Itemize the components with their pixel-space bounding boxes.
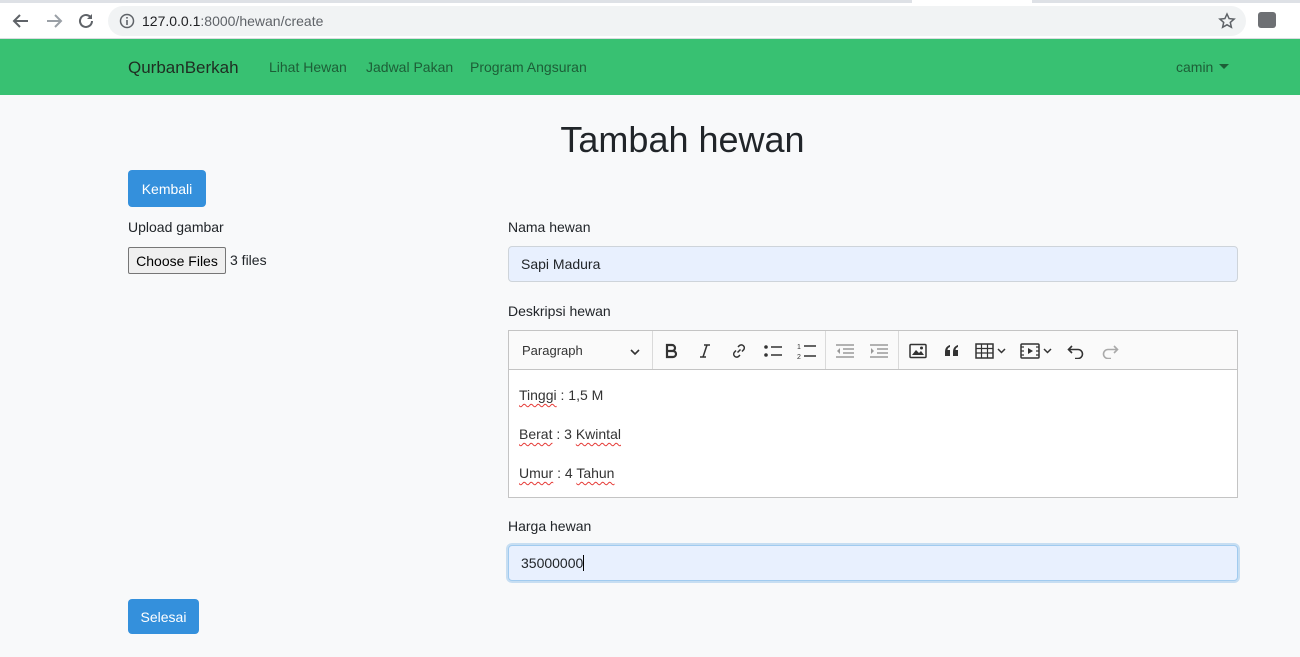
svg-text:2: 2 [797,354,801,360]
bold-icon[interactable] [660,340,682,362]
toolbar-separator [898,331,899,369]
blockquote-icon[interactable] [941,340,963,362]
navbar: QurbanBerkah Lihat Hewan Jadwal Pakan Pr… [0,39,1300,95]
link-icon[interactable] [728,340,750,362]
name-label: Nama hewan [508,219,591,235]
active-tab[interactable] [912,0,1032,3]
image-icon[interactable] [907,340,929,362]
address-bar[interactable]: 127.0.0.1:8000/hewan/create [108,6,1246,36]
upload-label: Upload gambar [128,219,224,235]
file-status: 3 files [230,252,267,268]
site-info-icon[interactable] [119,13,135,34]
name-input[interactable]: Sapi Madura [508,246,1238,282]
extension-icon[interactable] [1258,12,1276,28]
price-input-value: 35000000 [521,555,584,571]
tab-strip [0,0,1300,3]
url-text: 127.0.0.1:8000/hewan/create [142,13,324,29]
outdent-icon[interactable] [834,340,856,362]
page-title: Tambah hewan [560,119,805,160]
choose-files-button[interactable]: Choose Files [128,247,226,274]
media-icon[interactable] [1020,340,1054,362]
caret-down-icon [1219,64,1230,69]
nav-link-program-angsuran[interactable]: Program Angsuran [470,59,587,75]
description-label: Deskripsi hewan [508,303,611,319]
back-icon[interactable] [10,10,32,32]
svg-text:1: 1 [797,344,801,351]
user-dropdown[interactable]: camin [1176,59,1230,75]
user-name: camin [1176,59,1214,75]
description-line: Berat : 3 Kwintal [519,426,621,442]
description-line: Tinggi : 1,5 M [519,387,604,403]
price-label: Harga hewan [508,518,592,534]
indent-icon[interactable] [868,340,890,362]
table-icon[interactable] [975,340,1009,362]
name-input-value: Sapi Madura [521,256,601,272]
brand-link[interactable]: QurbanBerkah [128,58,239,78]
heading-dropdown-label: Paragraph [522,343,583,358]
italic-icon[interactable] [694,340,716,362]
description-editor[interactable]: Paragraph 12 Tinggi: 1,5 M Berat: 3 Kw… [508,330,1238,498]
forward-icon[interactable] [43,10,65,32]
chevron-down-icon [629,345,641,360]
bulleted-list-icon[interactable] [762,340,784,362]
nav-link-lihat-hewan[interactable]: Lihat Hewan [269,59,347,75]
toolbar-separator [825,331,826,369]
bookmark-star-icon[interactable] [1218,12,1236,35]
submit-button[interactable]: Selesai [128,599,199,634]
editor-toolbar: Paragraph 12 [509,331,1237,370]
text-cursor [583,555,585,571]
price-input[interactable]: 35000000 [508,545,1238,581]
undo-icon[interactable] [1065,340,1087,362]
numbered-list-icon[interactable]: 12 [796,340,818,362]
back-button[interactable]: Kembali [128,170,206,207]
editor-content[interactable]: Tinggi : 1,5 M Berat : 3 Kwintal Umur : … [519,387,621,504]
browser-chrome: 127.0.0.1:8000/hewan/create [0,0,1300,39]
heading-dropdown[interactable]: Paragraph [509,331,653,369]
nav-link-jadwal-pakan[interactable]: Jadwal Pakan [366,59,453,75]
reload-icon[interactable] [75,10,97,32]
description-line: Umur : 4 Tahun [519,465,615,481]
redo-icon[interactable] [1099,340,1121,362]
